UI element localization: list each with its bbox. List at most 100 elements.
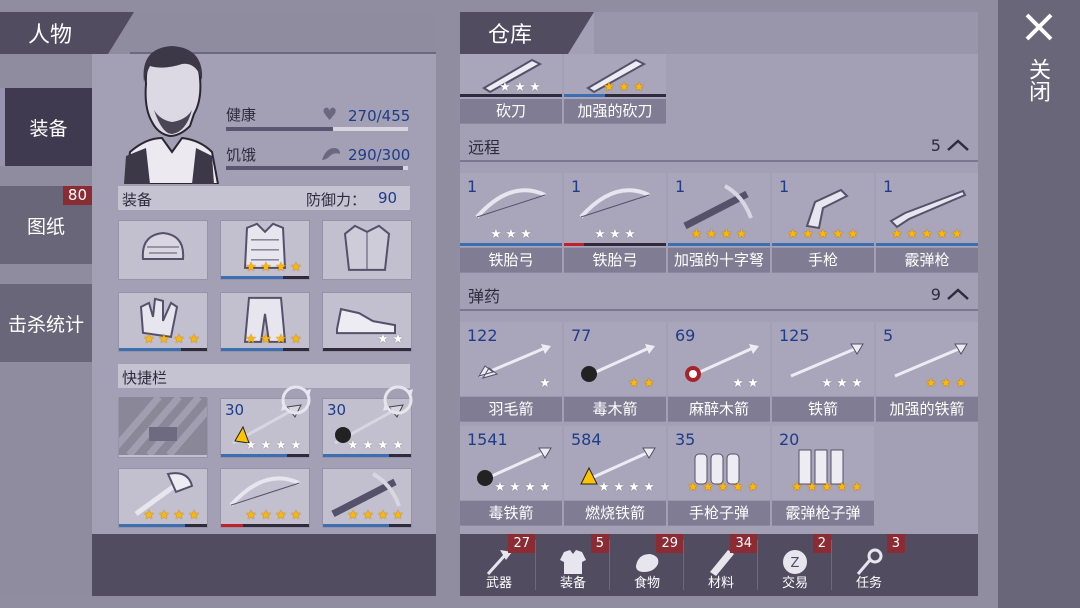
item-count: 20 <box>779 430 800 449</box>
star-icon: ★ <box>509 479 521 495</box>
star-icon: ★ <box>832 226 844 242</box>
warehouse-item[interactable]: ★ ★ ★ 砍刀 <box>460 54 562 124</box>
hunger-value: 290/300 <box>348 146 411 164</box>
star-rating: ★ ★ ★ ★ <box>346 438 405 452</box>
close-panel[interactable]: 关闭 <box>998 0 1080 608</box>
star-icon: ★ <box>921 226 933 242</box>
tab-material[interactable]: 材料 34 <box>684 534 758 594</box>
sidebar-item-label: 装备 <box>29 117 68 140</box>
item-name: 加强的十字弩 <box>668 248 770 272</box>
warehouse-item[interactable]: ★ ★ ★ ★ ★ 1 霰弹枪 <box>876 173 978 273</box>
ranged-section-header[interactable]: 远程 5 <box>460 132 978 162</box>
warehouse-item[interactable]: ★ ★ ★ 1 铁胎弓 <box>564 173 666 273</box>
star-icon: ★ <box>275 437 287 453</box>
star-icon: ★ <box>705 226 718 242</box>
tab-weapon[interactable]: 武器 27 <box>462 534 536 594</box>
refresh-icon[interactable] <box>281 385 311 419</box>
warehouse-item[interactable]: ★ ★ ★ 加强的砍刀 <box>564 54 666 124</box>
warehouse-item[interactable]: ★ ★ ★ ★ 1541 毒铁箭 <box>460 426 562 526</box>
star-rating: ★ ★ <box>731 376 760 390</box>
durability-bar <box>221 348 309 351</box>
star-icon: ★ <box>173 507 185 523</box>
sidebar-item-kill-stats[interactable]: 击杀统计 <box>0 284 92 362</box>
durability-bar <box>323 524 411 527</box>
star-icon: ★ <box>290 331 302 347</box>
star-icon: ★ <box>524 479 536 495</box>
item-name: 铁胎弓 <box>460 248 562 272</box>
warehouse-item[interactable]: ★ ★ ★ 5 加强的铁箭 <box>876 322 978 422</box>
tab-badge: 27 <box>508 534 535 553</box>
star-icon: ★ <box>735 226 748 242</box>
warehouse-item[interactable]: ★ ★ ★ 1 铁胎弓 <box>460 173 562 273</box>
durability-bar <box>564 243 666 246</box>
hunger-bar <box>226 166 408 170</box>
chevron-up-icon <box>946 286 970 305</box>
item-count: 125 <box>779 326 810 345</box>
warehouse-item[interactable]: ★ 122 羽毛箭 <box>460 322 562 422</box>
star-icon: ★ <box>821 375 833 391</box>
star-icon: ★ <box>260 437 272 453</box>
hunger-bar-fill <box>226 166 403 170</box>
tab-gear[interactable]: 装备 5 <box>536 534 610 594</box>
equip-slot[interactable]: ★ ★ ★ ★ <box>220 220 310 280</box>
star-icon: ★ <box>851 479 863 495</box>
durability-bar <box>221 524 309 527</box>
equip-slot[interactable]: ★ ★ <box>322 292 412 352</box>
tab-trade[interactable]: Z 交易 2 <box>758 534 832 594</box>
quickbar-slot[interactable]: ★ ★ ★ ★ <box>118 468 208 528</box>
warehouse-item[interactable]: ★ ★ 77 毒木箭 <box>564 322 666 422</box>
jacket-icon <box>339 220 395 278</box>
warehouse-title: 仓库 <box>488 23 533 48</box>
ranged-label: 远程 <box>468 138 501 157</box>
warehouse-item[interactable]: ★ ★ ★ ★ 584 燃烧铁箭 <box>564 426 666 526</box>
tab-quest[interactable]: 任务 3 <box>832 534 906 594</box>
tab-food[interactable]: 食物 29 <box>610 534 684 594</box>
character-footer <box>92 534 436 596</box>
close-icon[interactable] <box>1024 12 1054 42</box>
star-rating: ★ <box>538 376 552 390</box>
quickbar-slot[interactable]: ★ ★ ★ ★ <box>322 468 412 528</box>
star-icon: ★ <box>687 479 699 495</box>
chevron-up-icon <box>946 137 970 156</box>
sidebar-item-blueprints[interactable]: 图纸 80 <box>0 186 92 264</box>
quickbar-slot[interactable] <box>106 394 222 458</box>
close-label[interactable]: 关闭 <box>1025 58 1051 102</box>
quickbar-slot[interactable]: ★ ★ ★ ★ <box>220 468 310 528</box>
equip-slot[interactable]: ★ ★ ★ ★ <box>220 292 310 352</box>
tab-badge: 2 <box>812 534 831 553</box>
equip-slot[interactable]: ★ ★ ★ ★ <box>118 292 208 352</box>
character-portrait <box>116 44 222 185</box>
item-name: 铁胎弓 <box>564 248 666 272</box>
warehouse-item[interactable]: ★ ★ ★ 125 铁箭 <box>772 322 874 422</box>
star-icon: ★ <box>940 375 952 391</box>
star-icon: ★ <box>594 226 606 242</box>
warehouse-item[interactable]: ★ ★ ★ ★ 1 加强的十字弩 <box>668 173 770 273</box>
warehouse-item[interactable]: ★ ★ ★ ★ ★ 1 手枪 <box>772 173 874 273</box>
star-icon: ★ <box>720 226 733 242</box>
ammo-section-header[interactable]: 弹药 9 <box>460 281 978 311</box>
quickbar-slot[interactable]: ★ ★ ★ ★ 30 <box>322 385 413 458</box>
star-icon: ★ <box>505 226 517 242</box>
star-icon: ★ <box>514 79 526 95</box>
refresh-icon[interactable] <box>383 385 413 419</box>
warehouse-item[interactable]: ★ ★ ★ ★ ★ 35 手枪子弹 <box>668 426 770 526</box>
star-rating: ★ ★ <box>376 332 405 346</box>
durability-bar <box>323 454 411 457</box>
warehouse-item[interactable]: ★ ★ ★ ★ ★ 20 霰弹枪子弹 <box>772 426 874 526</box>
equip-slot[interactable] <box>118 220 208 280</box>
star-icon: ★ <box>603 79 615 95</box>
warehouse-item[interactable]: ★ ★ 69 麻醉木箭 <box>668 322 770 422</box>
tab-label: 材料 <box>707 576 734 591</box>
star-icon: ★ <box>628 375 640 391</box>
star-icon: ★ <box>951 226 963 242</box>
star-icon: ★ <box>347 437 359 453</box>
sidebar-item-equipment[interactable]: 装备 <box>0 88 92 166</box>
quickbar-slot[interactable]: ★ ★ ★ ★ 30 <box>220 385 311 458</box>
star-icon: ★ <box>539 375 551 391</box>
item-count: 69 <box>675 326 696 345</box>
star-rating: ★ ★ ★ ★ <box>668 227 770 241</box>
equip-slot[interactable] <box>322 220 412 280</box>
item-count: 30 <box>327 401 347 419</box>
item-count: 1 <box>883 177 894 196</box>
item-count: 5 <box>883 326 894 345</box>
